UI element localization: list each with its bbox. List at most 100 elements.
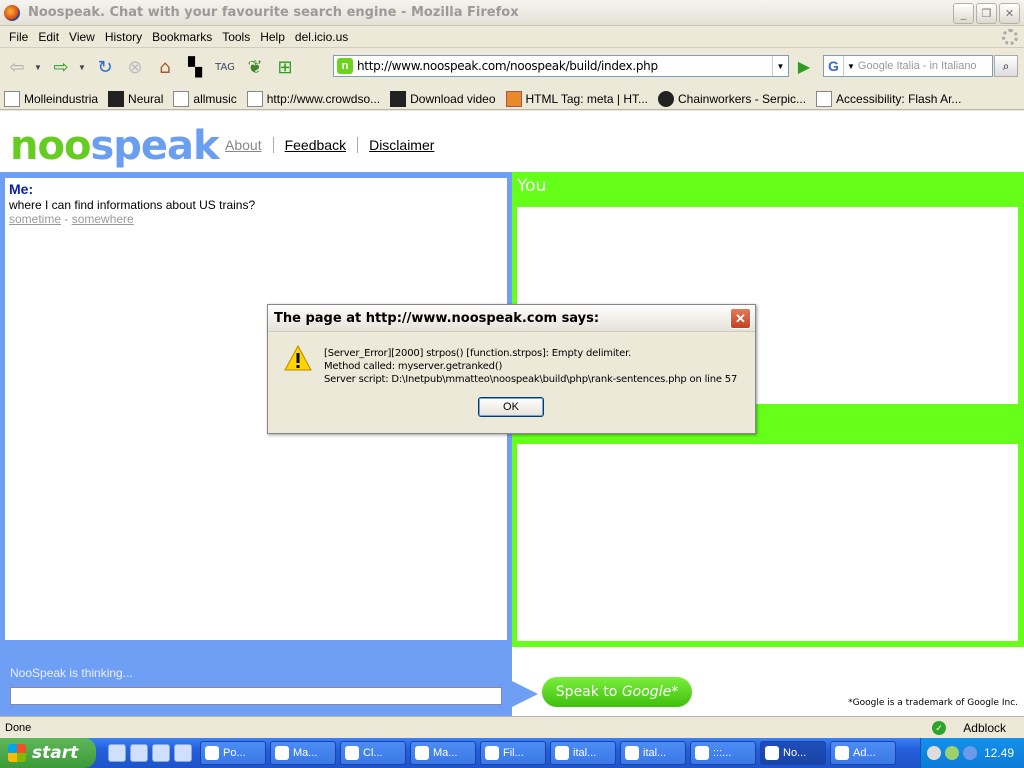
system-tray: 12.49 bbox=[920, 738, 1024, 768]
alert-dialog: The page at http://www.noospeak.com says… bbox=[267, 304, 756, 434]
site-favicon-icon: n bbox=[337, 58, 353, 74]
leaf-icon[interactable]: ❦ bbox=[242, 54, 268, 80]
noospeak-logo[interactable]: noospeak bbox=[10, 123, 220, 169]
firefox-icon[interactable] bbox=[174, 744, 192, 762]
ok-button[interactable]: OK bbox=[478, 397, 544, 417]
url-text[interactable]: http://www.noospeak.com/noospeak/build/i… bbox=[357, 59, 658, 73]
address-bar[interactable]: n http://www.noospeak.com/noospeak/build… bbox=[333, 55, 789, 77]
bookmark-item[interactable]: Neural bbox=[108, 90, 163, 107]
firefox-icon bbox=[765, 746, 779, 760]
url-dropdown-icon[interactable]: ▼ bbox=[772, 56, 788, 76]
search-engine-icon[interactable]: G bbox=[824, 56, 844, 76]
tray-expand-icon[interactable] bbox=[927, 746, 941, 760]
search-box[interactable]: G ▼ Google Italia - in Italiano bbox=[823, 55, 993, 77]
taskbar-item[interactable]: Ma... bbox=[270, 741, 336, 765]
go-icon[interactable]: ▶ bbox=[793, 57, 815, 77]
bookmark-item[interactable]: Chainworkers - Serpic... bbox=[658, 90, 806, 107]
app-icon bbox=[835, 746, 849, 760]
search-placeholder[interactable]: Google Italia - in Italiano bbox=[858, 60, 977, 72]
taskbar-item[interactable]: Ad... bbox=[830, 741, 896, 765]
menu-tools[interactable]: Tools bbox=[217, 30, 255, 44]
warning-icon bbox=[284, 345, 312, 371]
feedback-link[interactable]: Feedback bbox=[285, 137, 346, 153]
navigation-toolbar: ⇦ ▼ ⇨ ▼ ↻ ⊗ ⌂ ▚ TAG ❦ ⊞ n http://www.noo… bbox=[0, 48, 1024, 86]
you-title: You bbox=[517, 176, 547, 196]
ie-icon bbox=[695, 746, 709, 760]
search-icon[interactable]: ⌕ bbox=[994, 55, 1018, 77]
dialog-title: The page at http://www.noospeak.com says… bbox=[268, 305, 755, 332]
network-icon[interactable] bbox=[963, 746, 977, 760]
menu-view[interactable]: View bbox=[64, 30, 100, 44]
speak-to-google-button[interactable]: Speak to Google * bbox=[542, 677, 692, 707]
menu-history[interactable]: History bbox=[100, 30, 147, 44]
about-link[interactable]: About bbox=[225, 137, 262, 153]
home-icon[interactable]: ⌂ bbox=[152, 54, 178, 80]
bookmark-item[interactable]: Download video bbox=[390, 90, 496, 107]
tray-app-icon[interactable] bbox=[945, 746, 959, 760]
throbber-icon bbox=[1002, 29, 1018, 45]
reload-icon[interactable]: ↻ bbox=[92, 54, 118, 80]
browser-icon[interactable] bbox=[130, 744, 148, 762]
message-input[interactable] bbox=[10, 687, 502, 705]
dialog-message: [Server_Error][2000] strpos() [function.… bbox=[324, 348, 738, 385]
you-results-box bbox=[517, 444, 1018, 641]
stop-icon[interactable]: ⊗ bbox=[122, 54, 148, 80]
maximize-button[interactable]: ❐ bbox=[976, 3, 997, 24]
somewhere-link[interactable]: somewhere bbox=[72, 212, 134, 226]
start-button[interactable]: start bbox=[0, 738, 96, 768]
bookmark-item[interactable]: HTML Tag: meta | HT... bbox=[505, 90, 648, 107]
search-engine-dropdown-icon[interactable]: ▼ bbox=[847, 62, 855, 71]
menu-bar: File Edit View History Bookmarks Tools H… bbox=[0, 26, 1024, 48]
title-bar: Noospeak. Chat with your favourite searc… bbox=[0, 0, 1024, 26]
menu-edit[interactable]: Edit bbox=[33, 30, 64, 44]
page-icon bbox=[816, 90, 833, 107]
ie-icon bbox=[625, 746, 639, 760]
menu-help[interactable]: Help bbox=[255, 30, 290, 44]
taskbar-item[interactable]: Ma... bbox=[410, 741, 476, 765]
minimize-button[interactable]: _ bbox=[953, 3, 974, 24]
taskbar-item-active[interactable]: No... bbox=[760, 741, 826, 765]
bookmark-item[interactable]: Molleindustria bbox=[4, 90, 98, 107]
app-icon bbox=[275, 746, 289, 760]
taskbar-item[interactable]: Fil... bbox=[480, 741, 546, 765]
disclaimer-link[interactable]: Disclaimer bbox=[369, 137, 434, 153]
menu-delicious[interactable]: del.icio.us bbox=[290, 30, 353, 44]
taskbar-item[interactable]: :::... bbox=[690, 741, 756, 765]
forward-dropdown-icon[interactable]: ▼ bbox=[78, 63, 88, 72]
back-icon[interactable]: ⇦ bbox=[4, 54, 30, 80]
page-icon bbox=[4, 90, 20, 107]
thinking-status: NooSpeak is thinking... bbox=[10, 666, 133, 680]
page-icon bbox=[246, 90, 263, 107]
back-dropdown-icon[interactable]: ▼ bbox=[34, 63, 44, 72]
menu-file[interactable]: File bbox=[4, 30, 33, 44]
tag-icon[interactable]: TAG bbox=[212, 54, 238, 80]
forward-icon[interactable]: ⇨ bbox=[48, 54, 74, 80]
nav-divider bbox=[357, 137, 359, 153]
avatar-icon bbox=[658, 90, 674, 107]
sometime-link[interactable]: sometime bbox=[9, 212, 61, 226]
taskbar-item[interactable]: ital... bbox=[620, 741, 686, 765]
add-bookmark-icon[interactable]: ⊞ bbox=[272, 54, 298, 80]
taskbar-item[interactable]: ital... bbox=[550, 741, 616, 765]
menu-bookmarks[interactable]: Bookmarks bbox=[147, 30, 217, 44]
close-window-button[interactable]: ✕ bbox=[999, 3, 1020, 24]
app-icon bbox=[415, 746, 429, 760]
bookmark-item[interactable]: Accessibility: Flash Ar... bbox=[816, 90, 961, 107]
adblock-button[interactable]: Adblock bbox=[963, 721, 1006, 735]
tool-icon[interactable] bbox=[152, 744, 170, 762]
delicious-icon[interactable]: ▚ bbox=[182, 54, 208, 80]
windows-logo-icon bbox=[8, 744, 26, 762]
nav-divider bbox=[272, 137, 274, 153]
firefox-icon bbox=[4, 4, 20, 21]
app-icon bbox=[345, 746, 359, 760]
bookmark-item[interactable]: allmusic bbox=[173, 90, 237, 107]
quick-launch bbox=[108, 744, 192, 762]
bookmark-item[interactable]: http://www.crowdso... bbox=[246, 90, 380, 107]
ie-icon[interactable] bbox=[108, 744, 126, 762]
app-icon bbox=[485, 746, 499, 760]
taskbar-item[interactable]: Cl... bbox=[340, 741, 406, 765]
film-icon bbox=[390, 90, 407, 107]
taskbar-item[interactable]: Po... bbox=[200, 741, 266, 765]
window-title: Noospeak. Chat with your favourite searc… bbox=[28, 5, 519, 20]
dialog-close-button[interactable]: ✕ bbox=[730, 308, 751, 329]
